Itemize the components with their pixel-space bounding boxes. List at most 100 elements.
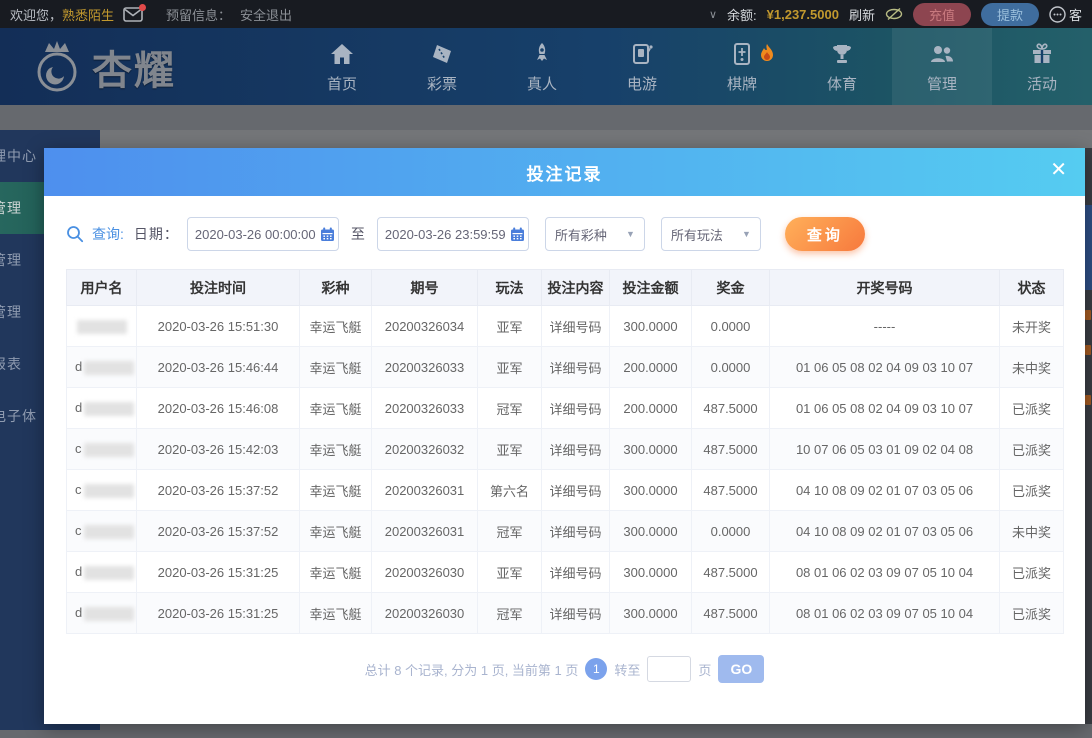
table-row: c 2020-03-26 15:37:52 幸运飞艇 20200326031 冠军 详细号… [66, 510, 1064, 552]
mail-badge-dot [139, 3, 147, 11]
play-type-value: 所有玩法 [670, 227, 723, 243]
cell-issue: 20200326032 [371, 428, 478, 470]
sidebar-item-label: 电子体 [0, 408, 37, 424]
mail-icon[interactable] [123, 3, 147, 22]
balance-label: 余额: [727, 7, 757, 23]
cell-username [66, 305, 137, 347]
cell-bet-time: 2020-03-26 15:46:44 [136, 346, 300, 388]
blurred-username [83, 483, 134, 498]
cell-status: 已派奖 [999, 469, 1064, 511]
blurred-username [77, 319, 127, 334]
reserved-info-label: 预留信息： [166, 7, 232, 23]
logout-link[interactable]: 安全退出 [240, 5, 292, 24]
recharge-button[interactable]: 充值 [912, 2, 971, 26]
bet-records-modal: 投注记录 ✕ 查询: 日期： 2020-03-26 00:00:00 至 202… [44, 148, 1085, 724]
table-row: 2020-03-26 15:51:30 幸运飞艇 20200326034 亚军 详细号码… [66, 305, 1064, 347]
cell-play: 亚军 [477, 428, 542, 470]
cell-bet-amount: 300.0000 [609, 305, 692, 347]
nav-item-label: 首页 [326, 75, 357, 93]
cell-bet-content-link[interactable]: 详细号码 [541, 305, 610, 347]
cell-bet-content-link[interactable]: 详细号码 [541, 510, 610, 552]
cell-play: 亚军 [477, 346, 542, 388]
calendar-icon[interactable] [510, 227, 525, 242]
cell-bet-content-link[interactable]: 详细号码 [541, 428, 610, 470]
cell-bet-content-link[interactable]: 详细号码 [541, 387, 610, 429]
query-button[interactable]: 查询 [784, 217, 865, 251]
cell-username: c [66, 469, 137, 511]
cell-draw-numbers: 04 10 08 09 02 01 07 03 05 06 [769, 469, 1000, 511]
nav-item-1[interactable]: 彩票 [392, 28, 492, 105]
date-from-value: 2020-03-26 00:00:00 [194, 226, 316, 242]
nav-item-3[interactable]: 电游 [592, 28, 692, 105]
pagination-bar: 总计 8 个记录, 分为 1 页, 当前第 1 页 1 转至 页 GO [44, 655, 1085, 683]
cell-prize: 487.5000 [691, 387, 770, 429]
table-header-row: 用户名 投注时间 彩种 期号 玩法 投注内容 投注金额 奖金 开奖号码 状态 [66, 269, 1064, 306]
cell-lottery: 幸运飞艇 [299, 346, 372, 388]
cell-status: 已派奖 [999, 551, 1064, 593]
site-logo[interactable]: 杏耀 [28, 38, 292, 96]
cell-lottery: 幸运飞艇 [299, 469, 372, 511]
date-to-value: 2020-03-26 23:59:59 [384, 226, 506, 242]
sidebar-item-label: 管理 [0, 252, 22, 268]
cell-bet-content-link[interactable]: 详细号码 [541, 551, 610, 593]
table-row: d 2020-03-26 15:31:25 幸运飞艇 20200326030 亚军 详细号… [66, 551, 1064, 593]
lottery-type-select[interactable]: 所有彩种 ▼ [544, 217, 645, 251]
cell-bet-time: 2020-03-26 15:31:25 [136, 551, 300, 593]
logo-emblem-icon [28, 38, 86, 96]
date-to-input[interactable]: 2020-03-26 23:59:59 [376, 217, 529, 251]
calendar-icon[interactable] [320, 227, 335, 242]
cell-status: 已派奖 [999, 592, 1064, 634]
nav-item-5[interactable]: 体育 [792, 28, 892, 105]
nav-item-2[interactable]: 真人 [492, 28, 592, 105]
cell-bet-time: 2020-03-26 15:42:03 [136, 428, 300, 470]
cell-bet-amount: 300.0000 [609, 551, 692, 593]
slot-machine-icon [630, 40, 654, 66]
main-navbar: 杏耀 首页 彩票 真人 电游 棋牌 体育 管理 活动 [0, 28, 1092, 105]
nav-item-label: 电游 [626, 75, 657, 93]
nav-item-6[interactable]: 管理 [892, 28, 992, 105]
table-row: c 2020-03-26 15:42:03 幸运飞艇 20200326032 亚军 详细号… [66, 428, 1064, 470]
customer-service-label: 客 [1068, 7, 1082, 23]
cell-issue: 20200326031 [371, 469, 478, 511]
cell-bet-content-link[interactable]: 详细号码 [541, 469, 610, 511]
page-number-button[interactable]: 1 [585, 658, 608, 680]
cell-draw-numbers: 04 10 08 09 02 01 07 03 05 06 [769, 510, 1000, 552]
cell-issue: 20200326033 [371, 346, 478, 388]
board-game-icon [732, 40, 752, 66]
sidebar-item-label: 管理 [0, 304, 22, 320]
cell-lottery: 幸运飞艇 [299, 551, 372, 593]
cell-play: 冠军 [477, 510, 542, 552]
goto-page-input[interactable] [647, 656, 692, 682]
go-button[interactable]: GO [718, 655, 765, 683]
cell-bet-content-link[interactable]: 详细号码 [541, 592, 610, 634]
refresh-link[interactable]: 刷新 [849, 5, 875, 24]
table-row: d 2020-03-26 15:46:08 幸运飞艇 20200326033 冠军 详细号… [66, 387, 1064, 429]
cell-status: 未中奖 [999, 346, 1064, 388]
cell-bet-amount: 200.0000 [609, 346, 692, 388]
customer-service-icon[interactable]: 客 [1049, 5, 1082, 24]
withdraw-button[interactable]: 提款 [980, 2, 1039, 26]
cell-issue: 20200326033 [371, 387, 478, 429]
nav-item-label: 活动 [1026, 75, 1057, 93]
select-caret-icon: ▼ [625, 229, 635, 239]
eye-off-icon[interactable] [885, 7, 903, 21]
cell-play: 亚军 [477, 551, 542, 593]
nav-item-7[interactable]: 活动 [992, 28, 1092, 105]
play-type-select[interactable]: 所有玩法 ▼ [660, 217, 761, 251]
date-range-separator: 至 [350, 226, 365, 242]
cell-prize: 0.0000 [691, 510, 770, 552]
cell-username: c [66, 510, 137, 552]
bet-records-table: 用户名 投注时间 彩种 期号 玩法 投注内容 投注金额 奖金 开奖号码 状态 2020-03-26… [66, 269, 1064, 634]
date-from-input[interactable]: 2020-03-26 00:00:00 [186, 217, 339, 251]
cell-draw-numbers: 10 07 06 05 03 01 09 02 04 08 [769, 428, 1000, 470]
nav-item-0[interactable]: 首页 [292, 28, 392, 105]
column-header-1: 投注时间 [136, 269, 300, 306]
modal-title: 投注记录 [526, 164, 603, 184]
select-caret-icon: ▼ [741, 229, 751, 239]
chevron-down-icon[interactable]: ∨ [709, 8, 717, 21]
column-header-0: 用户名 [66, 269, 137, 306]
search-bar: 查询: 日期： 2020-03-26 00:00:00 至 2020-03-26… [66, 217, 1085, 251]
close-icon[interactable]: ✕ [1050, 160, 1067, 180]
nav-item-4[interactable]: 棋牌 [692, 28, 792, 105]
cell-bet-content-link[interactable]: 详细号码 [541, 346, 610, 388]
